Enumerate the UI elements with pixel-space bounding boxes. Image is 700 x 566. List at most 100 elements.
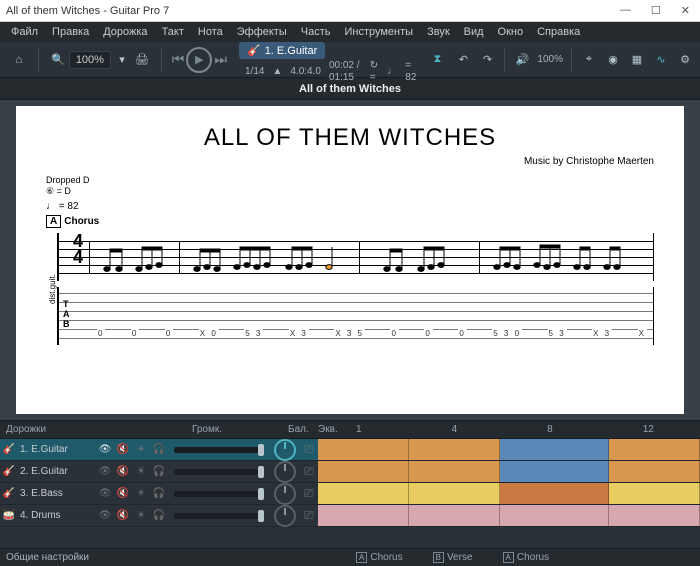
headphone-icon[interactable]: 🎧 — [150, 466, 168, 477]
menu-sound[interactable]: Звук — [420, 24, 457, 40]
close-button[interactable]: ✕ — [677, 4, 694, 17]
general-settings-button[interactable]: Общие настройки — [0, 552, 352, 563]
eq-sliders-icon[interactable]: ⎚ — [304, 508, 314, 523]
tab-label: T A B — [63, 299, 70, 329]
section-label[interactable]: AChorus — [503, 552, 550, 563]
track-row[interactable]: 🎸3. E.Bass👁🔇☀🎧⎚ — [0, 483, 700, 505]
skip-fwd-button[interactable]: ⏭ — [214, 51, 227, 68]
document-title-strip: All of them Witches — [0, 78, 700, 100]
volume-slider[interactable] — [174, 513, 264, 519]
menu-note[interactable]: Нота — [191, 24, 230, 40]
menu-section[interactable]: Часть — [294, 24, 338, 40]
track-timeline[interactable] — [318, 505, 700, 526]
current-track-pill[interactable]: 🎸 1. E.Guitar — [239, 42, 325, 59]
menu-edit[interactable]: Правка — [45, 24, 96, 40]
instrument-icon: 🎸 — [0, 466, 18, 477]
play-button[interactable]: ▶ — [186, 47, 212, 73]
mute-icon[interactable]: 🔇 — [114, 510, 132, 521]
tuning-info: Dropped D ⑥ = D — [46, 175, 654, 197]
guitar-icon: 🎸 — [247, 44, 261, 57]
eq-sliders-icon[interactable]: ⎚ — [304, 442, 314, 457]
tab-staff[interactable]: T A B 000X 05 3X 3X 3 50005 3 05 3X 3X — [57, 287, 654, 345]
menu-help[interactable]: Справка — [530, 24, 587, 40]
solo-icon[interactable]: ☀ — [132, 510, 150, 521]
hourglass-icon[interactable]: ⧗ — [428, 51, 446, 69]
balance-knob[interactable] — [274, 439, 296, 461]
eq-sliders-icon[interactable]: ⎚ — [304, 486, 314, 501]
solo-icon[interactable]: ☀ — [132, 444, 150, 455]
tempo-value: = 82 — [405, 60, 416, 84]
tuner-icon[interactable]: ◉ — [604, 51, 622, 69]
col-balance: Бал. — [282, 424, 312, 435]
settings-icon[interactable]: ⚙ — [676, 51, 694, 69]
maximize-button[interactable]: ☐ — [647, 4, 665, 17]
note-icon: ♩ — [387, 66, 397, 78]
volume-slider[interactable] — [174, 469, 264, 475]
minimize-button[interactable]: — — [616, 4, 635, 17]
fretboard-icon[interactable]: ▦ — [628, 51, 646, 69]
menu-tools[interactable]: Инструменты — [337, 24, 420, 40]
metronome-icon[interactable]: ▲ — [272, 66, 282, 78]
picker-icon[interactable]: ⌖ — [580, 51, 598, 69]
mute-icon[interactable]: 🔇 — [114, 466, 132, 477]
track-name: 1. E.Guitar — [18, 444, 96, 455]
menu-bar[interactable]: Такт — [155, 24, 191, 40]
visibility-icon[interactable]: 👁 — [96, 488, 114, 499]
track-timeline[interactable] — [318, 439, 700, 460]
zoom-level[interactable]: 100% — [69, 51, 111, 69]
balance-knob[interactable] — [274, 505, 296, 527]
home-icon[interactable]: ⌂ — [10, 51, 28, 69]
skip-back-button[interactable]: ⏮ — [172, 51, 185, 68]
composer: Music by Christophe Maerten — [46, 156, 654, 167]
speaker-icon[interactable]: 🔊 — [513, 51, 531, 69]
volume-slider[interactable] — [174, 491, 264, 497]
zoom-search-icon[interactable]: 🔍 — [49, 51, 67, 69]
section-label[interactable]: BVerse — [433, 552, 473, 563]
track-timeline[interactable] — [318, 483, 700, 504]
score-canvas: ALL OF THEM WITCHES Music by Christophe … — [0, 100, 700, 420]
track-timeline[interactable] — [318, 461, 700, 482]
mute-icon[interactable]: 🔇 — [114, 488, 132, 499]
visibility-icon[interactable]: 👁 — [96, 466, 114, 477]
score-page[interactable]: ALL OF THEM WITCHES Music by Christophe … — [16, 106, 684, 414]
menu-effects[interactable]: Эффекты — [230, 24, 294, 40]
track-row[interactable]: 🥁4. Drums👁🔇☀🎧⎚ — [0, 505, 700, 527]
menu-track[interactable]: Дорожка — [96, 24, 154, 40]
chevron-down-icon[interactable]: ▾ — [113, 51, 131, 69]
undo-icon[interactable]: ↶ — [454, 51, 472, 69]
instrument-icon: 🎸 — [0, 444, 18, 455]
instrument-icon: 🎸 — [0, 488, 18, 499]
notation-staff[interactable]: 44 — [57, 233, 654, 281]
menu-view[interactable]: Вид — [457, 24, 491, 40]
visibility-icon[interactable]: 👁 — [96, 444, 114, 455]
waveform-icon[interactable]: ∿ — [652, 51, 670, 69]
mute-icon[interactable]: 🔇 — [114, 444, 132, 455]
solo-icon[interactable]: ☀ — [132, 488, 150, 499]
headphone-icon[interactable]: 🎧 — [150, 488, 168, 499]
track-footer: Общие настройки AChorus BVerse AChorus — [0, 548, 700, 566]
track-row[interactable]: 🎸1. E.Guitar👁🔇☀🎧 ⎚ — [0, 439, 700, 461]
menu-window[interactable]: Окно — [491, 24, 531, 40]
balance-knob[interactable] — [274, 483, 296, 505]
headphone-icon[interactable]: 🎧 — [150, 444, 168, 455]
window-controls: — ☐ ✕ — [616, 4, 694, 17]
section-markers: AChorus BVerse AChorus — [352, 552, 700, 563]
instrument-icon: 🥁 — [0, 510, 18, 521]
tempo-marking: ♩ = 82 — [46, 201, 654, 212]
solo-icon[interactable]: ☀ — [132, 466, 150, 477]
track-header: Дорожки Громк. Бал. Экв. 1 4 8 12 — [0, 421, 700, 439]
headphone-icon[interactable]: 🎧 — [150, 510, 168, 521]
eq-sliders-icon[interactable]: ⎚ — [304, 464, 314, 479]
window-title: All of them Witches - Guitar Pro 7 — [6, 5, 616, 17]
current-track-label: 1. E.Guitar — [265, 45, 318, 57]
section-label[interactable]: AChorus — [356, 552, 403, 563]
print-icon[interactable]: 🖨 — [133, 51, 151, 69]
tab-numbers: 000X 05 3X 3X 3 50005 3 05 3X 3X — [97, 329, 647, 338]
balance-knob[interactable] — [274, 461, 296, 483]
track-row[interactable]: 🎸2. E.Guitar👁🔇☀🎧⎚ — [0, 461, 700, 483]
menu-file[interactable]: Файл — [4, 24, 45, 40]
volume-slider[interactable] — [174, 447, 264, 453]
visibility-icon[interactable]: 👁 — [96, 510, 114, 521]
redo-icon[interactable]: ↷ — [478, 51, 496, 69]
time-signature: 4.0:4.0 — [290, 66, 321, 78]
